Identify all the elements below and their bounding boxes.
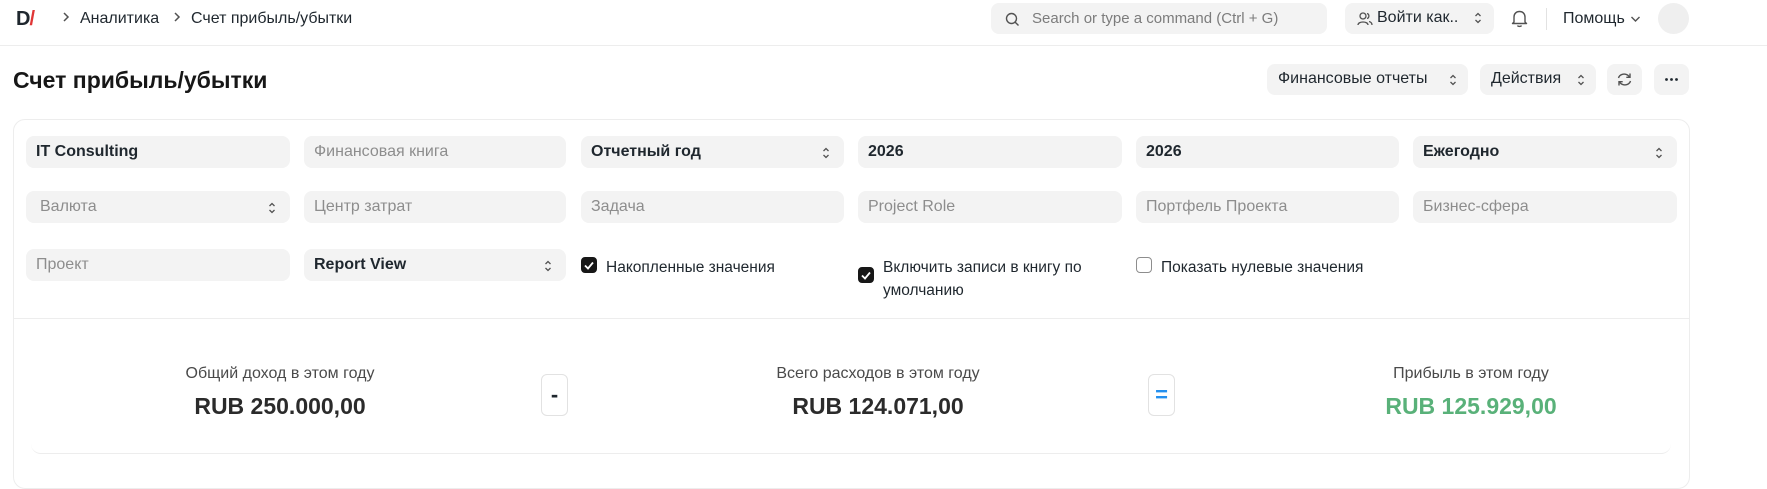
currency-placeholder: Валюта	[40, 198, 97, 215]
period-type-value: Отчетный год	[591, 143, 701, 160]
search-bar[interactable]: Search or type a command (Ctrl + G)	[991, 3, 1327, 34]
checkmark-icon	[861, 271, 871, 280]
periodicity-select[interactable]: Ежегодно	[1413, 136, 1677, 168]
expense-summary: Всего расходов в этом году RUB 124.071,0…	[698, 365, 1058, 420]
users-icon	[1357, 12, 1373, 26]
equals-operator: =	[1148, 374, 1175, 416]
expense-caption: Всего расходов в этом году	[776, 365, 980, 382]
help-label: Помощь	[1563, 10, 1625, 27]
income-summary: Общий доход в этом году RUB 250.000,00	[100, 365, 460, 420]
section-divider	[13, 318, 1690, 319]
currency-select[interactable]: Валюта	[26, 191, 290, 223]
refresh-button[interactable]	[1607, 64, 1642, 95]
profit-summary: Прибыль в этом году RUB 125.929,00	[1291, 365, 1651, 420]
finance-book-placeholder: Финансовая книга	[314, 143, 449, 160]
profit-value: RUB 125.929,00	[1385, 393, 1557, 419]
company-field[interactable]: IT Consulting	[26, 136, 290, 168]
chevron-down-icon	[1631, 16, 1640, 22]
app-logo[interactable]: D/	[16, 8, 35, 31]
from-year-field[interactable]: 2026	[858, 136, 1122, 168]
select-arrows-icon	[1578, 74, 1584, 86]
breadcrumb-chevron-icon	[61, 10, 71, 28]
financial-reports-dropdown[interactable]: Финансовые отчеты	[1267, 64, 1468, 95]
financial-reports-label: Финансовые отчеты	[1278, 70, 1428, 87]
more-dots-icon	[1665, 78, 1678, 81]
select-arrows-icon	[1656, 147, 1662, 159]
finance-book-field[interactable]: Финансовая книга	[304, 136, 566, 168]
login-as-label: Войти как..	[1377, 9, 1459, 26]
income-caption: Общий доход в этом году	[185, 365, 375, 382]
breadcrumb-analytics[interactable]: Аналитика	[80, 10, 159, 28]
checkbox-box[interactable]	[858, 267, 874, 283]
from-year-value: 2026	[868, 143, 904, 160]
navbar: D/ Аналитика Счет прибыль/убытки Search …	[0, 0, 1767, 46]
actions-label: Действия	[1491, 70, 1562, 87]
minus-operator: -	[541, 374, 568, 416]
accumulated-values-label: Накопленные значения	[606, 259, 775, 276]
report-view-value: Report View	[314, 256, 407, 273]
project-role-placeholder: Project Role	[868, 198, 956, 215]
select-arrows-icon	[1475, 12, 1481, 24]
user-avatar[interactable]	[1658, 3, 1689, 34]
periodicity-value: Ежегодно	[1423, 143, 1500, 160]
select-arrows-icon	[823, 147, 829, 159]
breadcrumb-chevron-icon	[172, 10, 182, 28]
breadcrumb-current-page[interactable]: Счет прибыль/убытки	[191, 10, 352, 28]
profit-loss-summary: Общий доход в этом году RUB 250.000,00 -…	[31, 331, 1671, 454]
help-dropdown[interactable]: Помощь	[1563, 10, 1640, 28]
project-role-field[interactable]: Project Role	[858, 191, 1122, 223]
page-title: Счет прибыль/убытки	[13, 67, 268, 93]
project-portfolio-field[interactable]: Портфель Проекта	[1136, 191, 1399, 223]
navbar-divider	[1546, 8, 1547, 30]
company-value: IT Consulting	[36, 143, 139, 160]
select-arrows-icon	[269, 202, 275, 214]
select-arrows-icon	[1450, 74, 1456, 86]
checkbox-box[interactable]	[581, 257, 597, 273]
show-zero-values-label: Показать нулевые значения	[1161, 259, 1364, 276]
checkmark-icon	[584, 261, 594, 270]
more-options-button[interactable]	[1654, 64, 1689, 95]
search-placeholder: Search or type a command (Ctrl + G)	[1032, 10, 1279, 27]
report-view-select[interactable]: Report View	[304, 249, 566, 281]
task-placeholder: Задача	[591, 198, 645, 215]
project-placeholder: Проект	[36, 256, 89, 273]
project-field[interactable]: Проект	[26, 249, 290, 281]
period-type-select[interactable]: Отчетный год	[581, 136, 844, 168]
notifications-bell-icon[interactable]	[1511, 9, 1528, 28]
project-portfolio-placeholder: Портфель Проекта	[1146, 198, 1288, 215]
include-default-book-label: Включить записи в книгу по умолчанию	[883, 259, 1082, 299]
task-field[interactable]: Задача	[581, 191, 844, 223]
actions-dropdown[interactable]: Действия	[1480, 64, 1596, 95]
select-arrows-icon	[545, 260, 551, 272]
to-year-field[interactable]: 2026	[1136, 136, 1399, 168]
expense-value: RUB 124.071,00	[792, 393, 964, 419]
cost-center-field[interactable]: Центр затрат	[304, 191, 566, 223]
income-value: RUB 250.000,00	[194, 393, 366, 419]
cost-center-placeholder: Центр затрат	[314, 198, 413, 215]
business-area-placeholder: Бизнес-сфера	[1423, 198, 1529, 215]
checkbox-box[interactable]	[1136, 257, 1152, 273]
search-icon	[1005, 12, 1019, 26]
login-as-button[interactable]: Войти как..	[1345, 3, 1494, 34]
to-year-value: 2026	[1146, 143, 1182, 160]
refresh-icon	[1617, 73, 1632, 86]
profit-caption: Прибыль в этом году	[1393, 365, 1549, 382]
business-area-field[interactable]: Бизнес-сфера	[1413, 191, 1677, 223]
